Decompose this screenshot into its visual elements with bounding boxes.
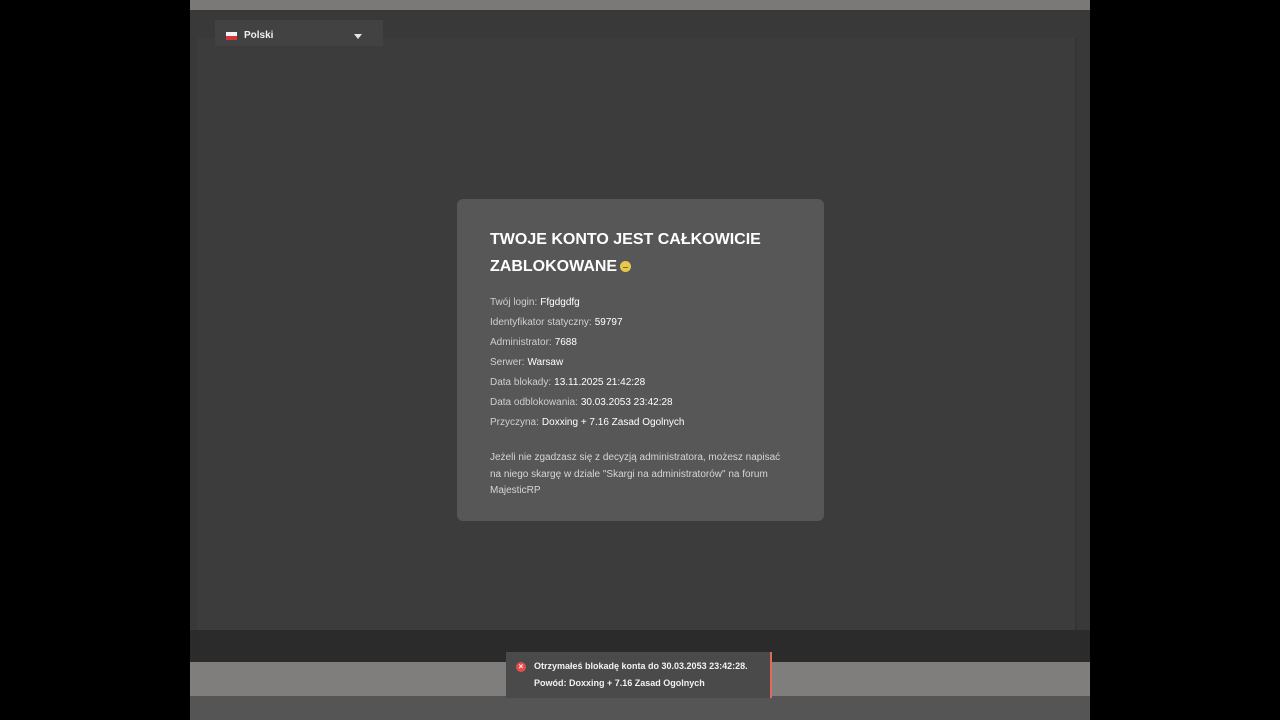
detail-label: Administrator:	[490, 337, 552, 348]
neutral-face-emoji-icon	[620, 261, 632, 272]
detail-label: Data blokady:	[490, 377, 552, 388]
detail-value: 13.11.2025 21:42:28	[554, 377, 646, 388]
poland-flag-icon	[226, 32, 237, 40]
toast-reason: Powód: Doxxing + 7.16 Zasad Ogolnych	[534, 678, 705, 688]
top-strip	[190, 0, 1090, 10]
detail-row-unban-date: Data odblokowania: 30.03.2053 23:42:28	[490, 393, 791, 413]
detail-row-reason: Przyczyna: Doxxing + 7.16 Zasad Ogolnych	[490, 413, 791, 433]
language-label: Polski	[244, 30, 274, 41]
chevron-down-icon[interactable]	[354, 34, 362, 39]
detail-row-administrator: Administrator: 7688	[490, 333, 791, 353]
detail-value: Doxxing + 7.16 Zasad Ogolnych	[541, 417, 685, 428]
detail-value: Ffgdgdfg	[540, 297, 580, 308]
toast-message: Otrzymałeś blokadę konta do 30.03.2053 2…	[534, 661, 748, 671]
ban-title: TWOJE KONTO JEST CAŁKOWICIE ZABLOKOWANE	[490, 231, 761, 275]
ban-notification-toast: × Otrzymałeś blokadę konta do 30.03.2053…	[506, 652, 772, 698]
detail-label: Identyfikator statyczny:	[490, 317, 592, 328]
detail-row-static-id: Identyfikator statyczny: 59797	[490, 313, 791, 333]
ban-details: Twój login: Ffgdgdfg Identyfikator statyc…	[490, 293, 791, 433]
detail-value: Warsaw	[527, 357, 564, 368]
detail-value: 30.03.2053 23:42:28	[580, 397, 673, 408]
game-screen: Polski TWOJE KONTO JEST CAŁKOWICIE ZABLO…	[190, 0, 1090, 720]
detail-label: Serwer:	[490, 357, 525, 368]
detail-label: Data odblokowania:	[490, 397, 578, 408]
detail-row-server: Serwer: Warsaw	[490, 353, 791, 373]
detail-value: 7688	[554, 337, 577, 348]
error-icon: ×	[516, 662, 526, 672]
detail-row-ban-date: Data blokady: 13.11.2025 21:42:28	[490, 373, 791, 393]
bottom-strip-lower	[190, 696, 1090, 720]
detail-label: Twój login:	[490, 297, 538, 308]
detail-value: 59797	[594, 317, 623, 328]
appeal-note: Jeżeli nie zgadzasz się z decyzją admini…	[490, 452, 781, 496]
detail-label: Przyczyna:	[490, 417, 539, 428]
detail-row-login: Twój login: Ffgdgdfg	[490, 293, 791, 313]
language-selector[interactable]: Polski	[215, 20, 383, 46]
ban-info-card: TWOJE KONTO JEST CAŁKOWICIE ZABLOKOWANE …	[457, 199, 824, 521]
